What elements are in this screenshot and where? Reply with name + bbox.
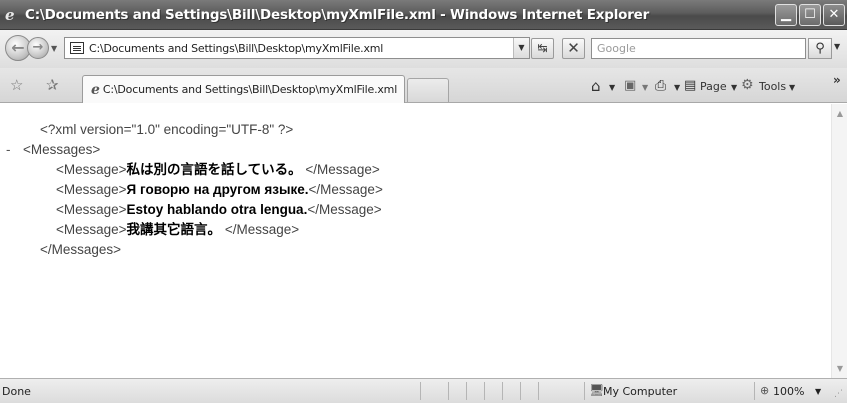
page-menu-icon: ▤ [684,78,697,93]
xml-open-tag: <Message> [56,162,127,177]
xml-root-close-tag: </Messages> [40,242,122,257]
feeds-dropdown[interactable]: ▼ [642,83,648,92]
status-text: Done [2,385,31,398]
address-toolbar: ← → ▼ C:\Documents and Settings\Bill\Des… [0,30,847,68]
refresh-button[interactable]: ↹ [531,38,554,59]
ie-logo-icon: e [5,5,15,24]
forward-button[interactable]: → [27,37,49,59]
xml-message-value: Я говорю на другом языке. [126,182,309,197]
xml-message-value: 我講其它語言。 [126,222,222,237]
add-favorite-icon[interactable]: ✰ [46,76,59,94]
page-menu[interactable]: Page [700,80,727,93]
status-divider [520,382,521,400]
status-divider [484,382,485,400]
close-button[interactable]: ✕ [823,4,845,26]
address-field[interactable]: C:\Documents and Settings\Bill\Desktop\m… [64,37,530,59]
status-divider [466,382,467,400]
stop-icon: ✕ [567,39,580,57]
forward-arrow-icon: → [32,40,44,55]
status-divider [420,382,421,400]
chevron-more-icon[interactable]: » [833,73,841,87]
refresh-icon: ↹ [537,41,548,55]
home-icon[interactable]: ⌂ [591,77,601,95]
scroll-up-button[interactable]: ▲ [833,106,847,121]
xml-open-tag: <Message> [56,222,127,237]
xml-message-value: 私は別の言語を話している。 [126,162,302,177]
scroll-down-button[interactable]: ▼ [833,361,847,376]
xml-declaration: <?xml version="1.0" encoding="UTF-8" ?> [40,122,294,137]
xml-close-tag: </Message> [305,162,380,177]
xml-message-value: Estoy hablando otra lengua. [126,202,308,217]
computer-icon: 🖥 [589,383,605,397]
xml-close-tag: </Message> [308,182,383,197]
print-dropdown[interactable]: ▼ [674,83,680,92]
page-dropdown[interactable]: ▼ [731,83,737,92]
security-zone[interactable]: My Computer [603,385,677,398]
tools-gear-icon: ⚙ [741,77,754,93]
title-bar: e C:\Documents and Settings\Bill\Desktop… [0,0,847,30]
status-divider [502,382,503,400]
tab-label: C:\Documents and Settings\Bill\Desktop\m… [102,83,398,96]
feeds-icon[interactable]: ▣ [624,78,636,93]
xml-open-tag: <Message> [56,182,127,197]
resize-grip[interactable]: ⋰ [834,389,843,399]
search-icon: ⚲ [815,41,825,56]
xml-close-tag: </Message> [224,222,300,237]
status-divider [448,382,449,400]
ie-tab-icon: e [91,81,100,98]
home-dropdown[interactable]: ▼ [609,83,615,92]
print-icon[interactable]: ⎙ [655,78,666,94]
zoom-level[interactable]: 100% [773,385,804,398]
search-options-dropdown[interactable]: ▼ [834,42,840,51]
tab-bar: ☆ ✰ e C:\Documents and Settings\Bill\Des… [0,68,847,103]
new-tab-button[interactable] [407,78,449,102]
status-bar: Done 🖥 My Computer ⊕ 100% ▼ ⋰ [0,378,847,403]
stop-button[interactable]: ✕ [562,38,585,59]
zoom-dropdown[interactable]: ▼ [815,387,821,396]
maximize-button[interactable]: ☐ [799,4,821,26]
tab-myxmlfile[interactable]: e C:\Documents and Settings\Bill\Desktop… [82,75,405,103]
window-controls: ▁ ☐ ✕ [775,4,845,26]
tools-dropdown[interactable]: ▼ [789,83,795,92]
page-icon [70,42,84,54]
back-arrow-icon: ← [11,38,25,57]
address-text[interactable]: C:\Documents and Settings\Bill\Desktop\m… [89,42,383,55]
zoom-icon: ⊕ [760,384,770,397]
document-view: <?xml version="1.0" encoding="UTF-8" ?> … [0,104,831,378]
search-input[interactable]: Google [591,38,806,59]
xml-root-open-tag: <Messages> [23,142,101,157]
search-button[interactable]: ⚲ [808,38,832,59]
status-divider [584,382,585,400]
favorites-star-icon[interactable]: ☆ [10,76,23,94]
minimize-button[interactable]: ▁ [775,4,797,26]
tools-menu[interactable]: Tools [759,80,786,93]
window-title: C:\Documents and Settings\Bill\Desktop\m… [25,6,650,23]
address-dropdown[interactable]: ▼ [513,38,529,58]
xml-close-tag: </Message> [307,202,382,217]
status-divider [538,382,539,400]
recent-pages-dropdown[interactable]: ▼ [51,44,57,53]
xml-open-tag: <Message> [56,202,127,217]
vertical-scrollbar[interactable]: ▲ ▼ [831,104,847,378]
collapse-toggle[interactable]: - [6,140,11,160]
status-divider [754,382,755,400]
